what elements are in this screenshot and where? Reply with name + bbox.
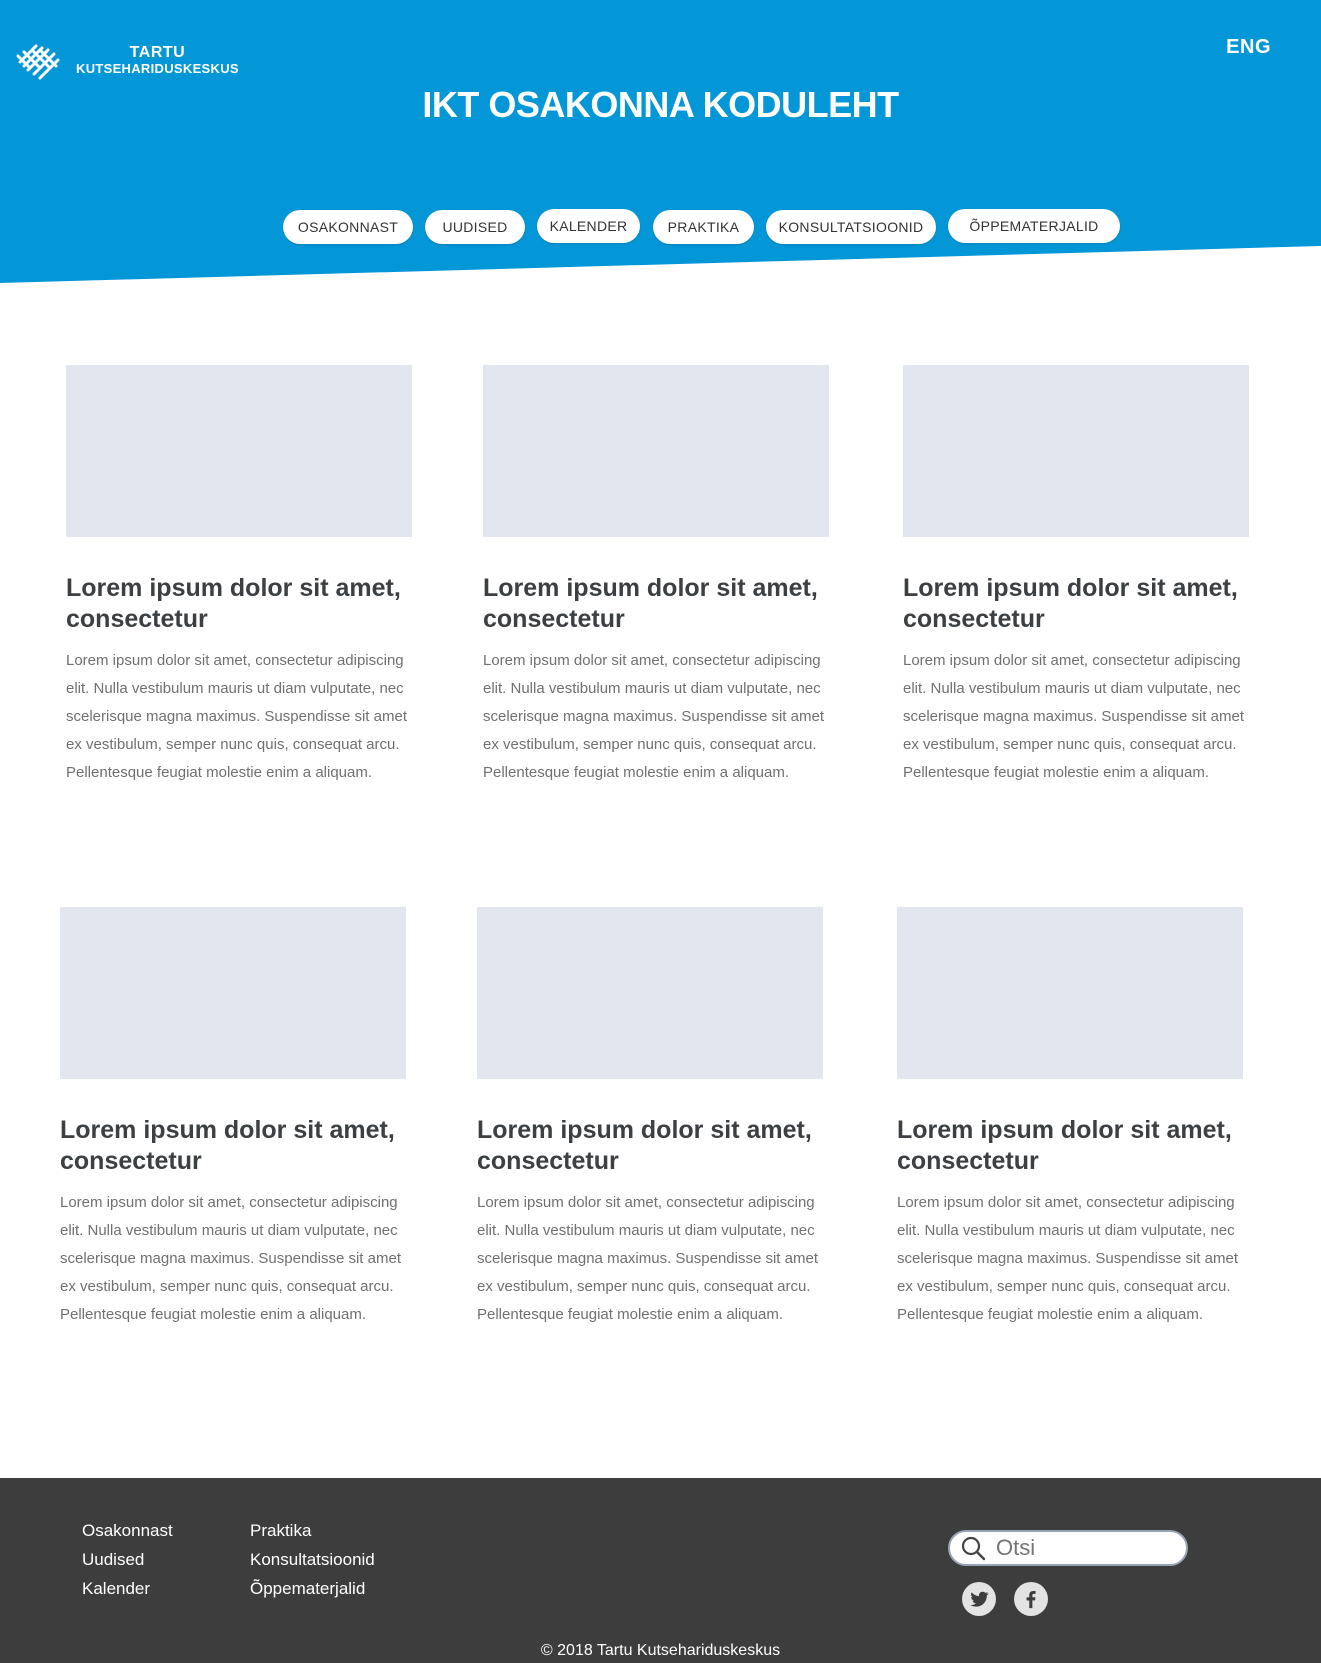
- card-image-placeholder: [60, 907, 406, 1079]
- nav-praktika[interactable]: PRAKTIKA: [653, 210, 754, 244]
- article-card[interactable]: Lorem ipsum dolor sit amet, consectetur …: [66, 365, 414, 787]
- footer-links-col-2: Praktika Konsultatsioonid Õppematerjalid: [250, 1516, 375, 1603]
- nav-oppematerjalid[interactable]: ÕPPEMATERJALID: [948, 209, 1120, 243]
- card-title[interactable]: Lorem ipsum dolor sit amet, consectetur: [483, 573, 831, 635]
- nav-konsultatsioonid[interactable]: KONSULTATSIOONID: [766, 210, 936, 244]
- card-image-placeholder: [897, 907, 1243, 1079]
- card-image-placeholder: [66, 365, 412, 537]
- footer-link-kalender[interactable]: Kalender: [82, 1574, 173, 1603]
- card-text: Lorem ipsum dolor sit amet, consectetur …: [903, 652, 1244, 781]
- footer-link-konsultatsioonid[interactable]: Konsultatsioonid: [250, 1545, 375, 1574]
- site-header: TARTU KUTSEHARIDUSKESKUS ENG IKT OSAKONN…: [0, 0, 1321, 290]
- card-text: Lorem ipsum dolor sit amet, consectetur …: [477, 1194, 818, 1323]
- search-input[interactable]: [996, 1535, 1176, 1561]
- page-title: IKT OSAKONNA KODULEHT: [422, 84, 899, 125]
- logo-text: TARTU KUTSEHARIDUSKESKUS: [76, 44, 239, 76]
- card-title[interactable]: Lorem ipsum dolor sit amet, consectetur: [66, 573, 414, 635]
- card-text: Lorem ipsum dolor sit amet, consectetur …: [60, 1194, 401, 1323]
- logo-line-2: KUTSEHARIDUSKESKUS: [76, 61, 239, 76]
- card-image-placeholder: [477, 907, 823, 1079]
- card-title[interactable]: Lorem ipsum dolor sit amet, consectetur: [477, 1115, 825, 1177]
- card-text: Lorem ipsum dolor sit amet, consectetur …: [483, 652, 824, 781]
- card-image-placeholder: [483, 365, 829, 537]
- article-card[interactable]: Lorem ipsum dolor sit amet, consectetur …: [483, 365, 831, 787]
- site-logo[interactable]: TARTU KUTSEHARIDUSKESKUS: [14, 36, 239, 84]
- article-card[interactable]: Lorem ipsum dolor sit amet, consectetur …: [477, 907, 825, 1329]
- footer-link-oppematerjalid[interactable]: Õppematerjalid: [250, 1574, 375, 1603]
- copyright-text: © 2018 Tartu Kutsehariduskeskus: [540, 1642, 781, 1659]
- logo-icon: [16, 44, 60, 80]
- twitter-glyph: [970, 1591, 989, 1607]
- card-title[interactable]: Lorem ipsum dolor sit amet, consectetur: [903, 573, 1251, 635]
- search-icon[interactable]: [960, 1535, 986, 1561]
- nav-osakonnast[interactable]: OSAKONNAST: [283, 210, 413, 244]
- facebook-glyph: [1026, 1591, 1036, 1609]
- card-text: Lorem ipsum dolor sit amet, consectetur …: [897, 1194, 1238, 1323]
- card-title[interactable]: Lorem ipsum dolor sit amet, consectetur: [60, 1115, 408, 1177]
- footer-link-osakonnast[interactable]: Osakonnast: [82, 1516, 173, 1545]
- card-title[interactable]: Lorem ipsum dolor sit amet, consectetur: [897, 1115, 1245, 1177]
- site-footer: Osakonnast Uudised Kalender Praktika Kon…: [0, 1478, 1321, 1663]
- article-card[interactable]: Lorem ipsum dolor sit amet, consectetur …: [897, 907, 1245, 1329]
- card-text: Lorem ipsum dolor sit amet, consectetur …: [66, 652, 407, 781]
- footer-link-praktika[interactable]: Praktika: [250, 1516, 375, 1545]
- main-nav: OSAKONNAST UUDISED KALENDER PRAKTIKA KON…: [0, 209, 1321, 244]
- nav-uudised[interactable]: UUDISED: [425, 210, 525, 244]
- footer-links-col-1: Osakonnast Uudised Kalender: [82, 1516, 173, 1603]
- logo-line-1: TARTU: [129, 44, 186, 61]
- footer-link-uudised[interactable]: Uudised: [82, 1545, 173, 1574]
- facebook-icon[interactable]: [1014, 1582, 1048, 1616]
- card-image-placeholder: [903, 365, 1249, 537]
- language-switch[interactable]: ENG: [1226, 36, 1271, 59]
- article-card[interactable]: Lorem ipsum dolor sit amet, consectetur …: [60, 907, 408, 1329]
- twitter-icon[interactable]: [962, 1582, 996, 1616]
- nav-kalender[interactable]: KALENDER: [537, 209, 640, 243]
- search-box: [948, 1530, 1188, 1566]
- article-card[interactable]: Lorem ipsum dolor sit amet, consectetur …: [903, 365, 1251, 787]
